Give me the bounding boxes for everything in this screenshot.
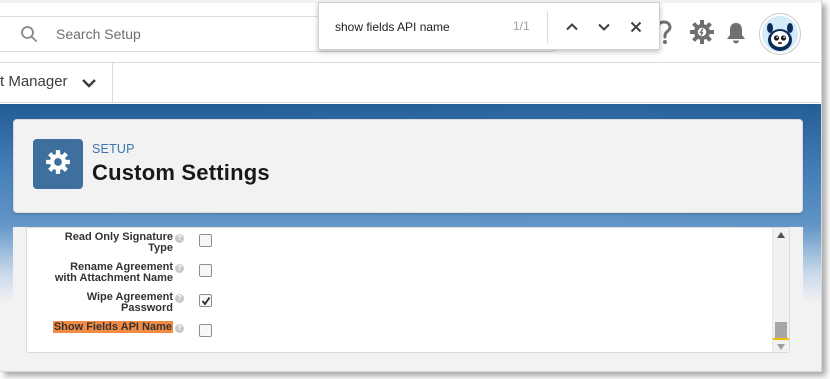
search-input[interactable] [56, 24, 296, 44]
app-nav-bar: t Manager [0, 63, 821, 103]
find-separator [547, 11, 548, 43]
app-window: 1/1 t Manager SETUP Custom Settings [0, 0, 822, 372]
setup-page-icon [33, 139, 83, 189]
breadcrumb[interactable]: SETUP [92, 142, 135, 156]
scroll-down-arrow[interactable] [777, 344, 785, 350]
astro-avatar[interactable] [760, 14, 800, 54]
setting-row: Wipe Agreement Password ? [27, 292, 767, 320]
nav-divider [112, 63, 113, 103]
scrollbar[interactable] [772, 228, 789, 352]
bell-icon[interactable] [724, 21, 748, 45]
setting-row: Read Only Signature Type ? [27, 232, 767, 260]
page-header: SETUP Custom Settings [13, 119, 803, 213]
find-match-count: 1/1 [513, 19, 530, 33]
checkmark-icon [201, 296, 210, 305]
setting-checkbox[interactable] [199, 234, 212, 247]
help-icon[interactable]: ? [175, 324, 184, 333]
setting-row: Show Fields API Name ? [27, 321, 767, 350]
setting-label: Wipe Agreement Password [86, 291, 173, 314]
search-icon [20, 25, 38, 43]
setting-checkbox[interactable] [199, 294, 212, 307]
setting-label: Show Fields API Name [27, 321, 173, 333]
setting-row: Rename Agreement with Attachment Name ? [27, 262, 767, 290]
find-match-marker [773, 338, 789, 340]
close-icon[interactable] [624, 15, 648, 39]
setting-label: Rename Agreement with Attachment Name [54, 261, 173, 284]
find-highlight: Show Fields API Name [52, 321, 173, 333]
scroll-thumb[interactable] [775, 322, 787, 338]
help-icon[interactable]: ? [175, 234, 184, 243]
setting-checkbox[interactable] [199, 324, 212, 337]
app-name[interactable]: t Manager [0, 73, 68, 90]
find-input[interactable] [335, 18, 505, 36]
page-title: Custom Settings [92, 160, 270, 185]
chevron-down-icon[interactable] [80, 75, 98, 91]
gear-icon[interactable] [689, 19, 715, 45]
help-icon[interactable]: ? [175, 294, 184, 303]
gear-icon [44, 148, 72, 181]
settings-panel: Read Only Signature Type ? Rename Agreem… [26, 227, 790, 353]
setting-label: Read Only Signature Type [64, 231, 173, 254]
chevron-up-icon[interactable] [560, 15, 584, 39]
scroll-up-arrow[interactable] [777, 232, 785, 238]
find-in-page-bar: 1/1 [318, 2, 660, 50]
setting-checkbox[interactable] [199, 264, 212, 277]
chevron-down-icon[interactable] [592, 15, 616, 39]
help-icon[interactable]: ? [175, 264, 184, 273]
